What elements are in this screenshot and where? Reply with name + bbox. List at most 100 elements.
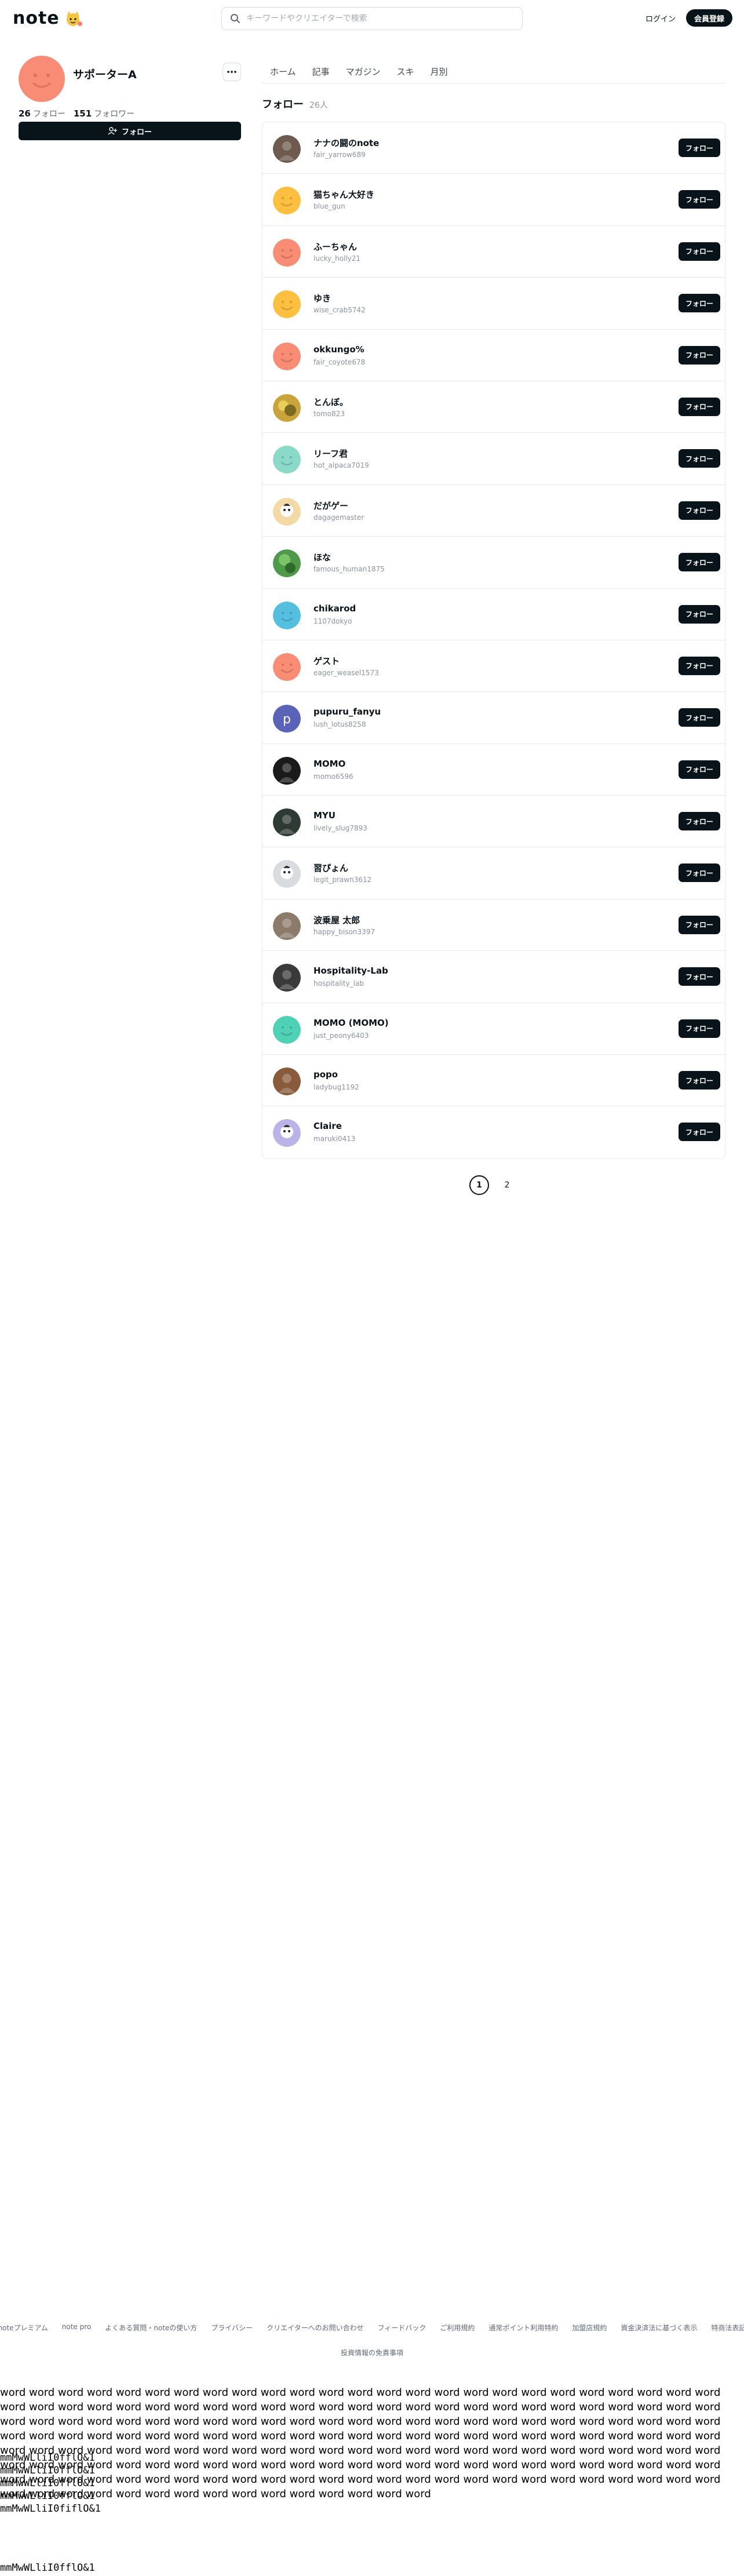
- user-name[interactable]: Hospitality-Lab: [313, 965, 388, 976]
- footer-link[interactable]: 特商法表記: [711, 2323, 744, 2333]
- user-name[interactable]: MOMO (MOMO): [313, 1018, 389, 1028]
- follow-button[interactable]: フォロー: [679, 708, 720, 727]
- follow-button[interactable]: フォロー: [679, 449, 720, 468]
- follow-button[interactable]: フォロー: [679, 604, 720, 624]
- user-avatar[interactable]: [273, 497, 301, 526]
- more-options-button[interactable]: [223, 63, 241, 81]
- follow-button[interactable]: フォロー: [679, 553, 720, 572]
- follow-button[interactable]: フォロー: [679, 915, 720, 934]
- user-avatar[interactable]: [273, 860, 301, 888]
- footer-link[interactable]: クリエイターへのお問い合わせ: [267, 2323, 364, 2333]
- user-avatar[interactable]: [273, 290, 301, 319]
- profile-follow-label: フォロー: [121, 127, 152, 137]
- user-avatar[interactable]: [273, 756, 301, 785]
- follow-row: とんぼ。 tomo823 フォロー: [262, 381, 725, 433]
- search-input[interactable]: [246, 14, 501, 23]
- follow-button[interactable]: フォロー: [679, 967, 720, 986]
- footer-link[interactable]: 資金決済法に基づく表示: [621, 2323, 697, 2333]
- follow-button[interactable]: フォロー: [679, 190, 720, 209]
- search-box[interactable]: [221, 7, 523, 30]
- tab-likes[interactable]: スキ: [389, 60, 422, 83]
- user-name[interactable]: リーフ君: [313, 447, 348, 460]
- user-avatar[interactable]: [273, 964, 301, 992]
- user-avatar[interactable]: [273, 653, 301, 681]
- follow-button[interactable]: フォロー: [679, 139, 720, 157]
- tab-home[interactable]: ホーム: [262, 60, 304, 83]
- user-avatar[interactable]: [273, 135, 301, 163]
- follow-button[interactable]: フォロー: [679, 656, 720, 675]
- user-avatar[interactable]: [273, 912, 301, 940]
- profile-avatar[interactable]: [19, 56, 65, 102]
- mono-probe-1: mmMwWLliI0fflO&1: [0, 2452, 95, 2464]
- footer-link[interactable]: フィードバック: [378, 2323, 426, 2333]
- user-avatar[interactable]: [273, 238, 301, 267]
- follow-button[interactable]: フォロー: [679, 812, 720, 831]
- page-2[interactable]: 2: [497, 1175, 517, 1195]
- user-avatar[interactable]: [273, 1015, 301, 1044]
- follow-row: popo ladybug1192 フォロー: [262, 1055, 725, 1107]
- login-button[interactable]: ログイン: [637, 9, 684, 27]
- follows-stat[interactable]: 26 フォロー: [19, 108, 65, 119]
- follow-button[interactable]: フォロー: [679, 397, 720, 416]
- user-name[interactable]: popo: [313, 1069, 338, 1080]
- footer-link[interactable]: ご利用規約: [440, 2323, 475, 2333]
- user-name[interactable]: Claire: [313, 1121, 342, 1131]
- follow-button[interactable]: フォロー: [679, 1019, 720, 1038]
- user-avatar[interactable]: [273, 1119, 301, 1147]
- user-name[interactable]: 猫ちゃん大好き: [313, 188, 374, 201]
- user-name[interactable]: とんぼ。: [313, 396, 348, 408]
- user-name[interactable]: 波乗屋 太郎: [313, 914, 360, 926]
- follow-button[interactable]: フォロー: [679, 345, 720, 365]
- follow-button[interactable]: フォロー: [679, 501, 720, 520]
- footer-link[interactable]: プライバシー: [211, 2323, 253, 2333]
- user-avatar[interactable]: [273, 342, 301, 370]
- user-id: momo6596: [313, 772, 353, 781]
- footer-disclaimer-link[interactable]: 投資情報の免責事項: [0, 2348, 744, 2358]
- footer-link[interactable]: よくある質問・noteの使い方: [105, 2323, 197, 2333]
- follow-button[interactable]: フォロー: [679, 242, 720, 261]
- user-avatar[interactable]: [273, 187, 301, 215]
- profile-follow-button[interactable]: フォロー: [19, 122, 241, 140]
- follow-button[interactable]: フォロー: [679, 294, 720, 313]
- user-name[interactable]: MYU: [313, 810, 335, 821]
- user-id: maruki0413: [313, 1135, 356, 1143]
- user-avatar[interactable]: [273, 549, 301, 578]
- signup-button[interactable]: 会員登録: [686, 9, 733, 27]
- user-name[interactable]: okkungo%: [313, 344, 364, 355]
- user-avatar[interactable]: p: [273, 705, 301, 733]
- user-name[interactable]: ゆき: [313, 292, 331, 304]
- user-name[interactable]: ほな: [313, 551, 331, 563]
- tab-monthly[interactable]: 月別: [422, 60, 456, 83]
- footer-link[interactable]: note pro: [62, 2323, 91, 2333]
- user-name[interactable]: ナナの闘のnote: [313, 137, 379, 149]
- user-avatar[interactable]: [273, 1067, 301, 1096]
- follow-button[interactable]: フォロー: [679, 1123, 720, 1142]
- followers-stat[interactable]: 151 フォロワー: [74, 108, 134, 119]
- user-id: legit_prawn3612: [313, 876, 372, 884]
- user-avatar[interactable]: [273, 446, 301, 474]
- more-icon: [227, 71, 236, 73]
- user-name[interactable]: chikarod: [313, 603, 356, 614]
- tab-articles[interactable]: 記事: [304, 60, 338, 83]
- follow-row: MOMO (MOMO) just_peony6403 フォロー: [262, 1003, 725, 1055]
- user-name[interactable]: ふーちゃん: [313, 241, 357, 253]
- footer-link[interactable]: noteプレミアム: [0, 2323, 48, 2333]
- user-name[interactable]: だがゲー: [313, 500, 348, 512]
- user-name[interactable]: MOMO: [313, 759, 345, 769]
- page-1[interactable]: 1: [469, 1175, 489, 1195]
- user-name[interactable]: 習ぴょん: [313, 862, 348, 874]
- follow-button[interactable]: フォロー: [679, 863, 720, 883]
- mono-probe-5: mmMwWLliI0fiflO&1: [0, 2503, 101, 2515]
- user-avatar[interactable]: [273, 808, 301, 837]
- follow-button[interactable]: フォロー: [679, 1071, 720, 1090]
- user-avatar[interactable]: [273, 601, 301, 629]
- footer-link[interactable]: 通常ポイント利用特約: [488, 2323, 558, 2333]
- follow-button[interactable]: フォロー: [679, 760, 720, 779]
- tab-magazines[interactable]: マガジン: [338, 60, 389, 83]
- user-name[interactable]: pupuru_fanyu: [313, 706, 381, 717]
- note-logo[interactable]: note: [13, 8, 83, 28]
- footer-link[interactable]: 加盟店規約: [572, 2323, 607, 2333]
- follows-label: フォロー: [32, 110, 65, 119]
- user-name[interactable]: ゲスト: [313, 655, 340, 667]
- user-avatar[interactable]: [273, 393, 301, 422]
